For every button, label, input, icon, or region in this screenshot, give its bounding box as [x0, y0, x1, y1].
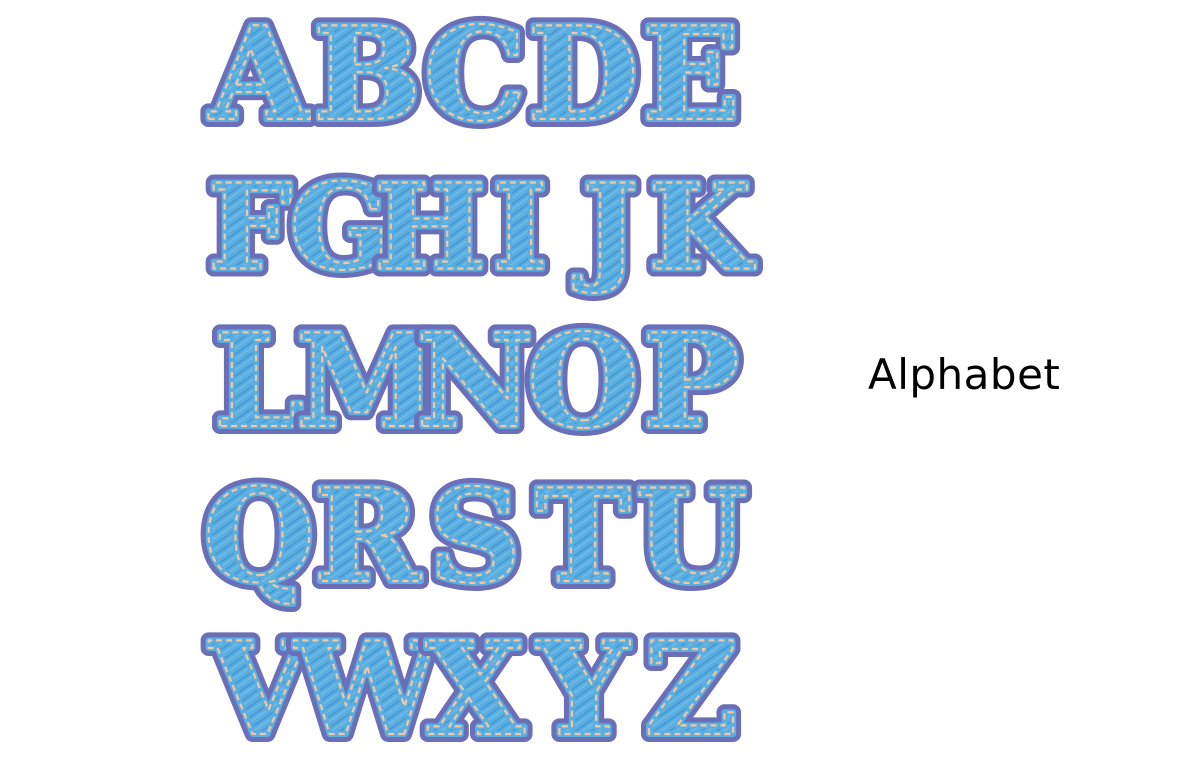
letter-i: III	[484, 150, 555, 305]
svg-text:W: W	[293, 615, 441, 763]
svg-text:I: I	[492, 158, 547, 297]
letter-b: BBB	[305, 0, 429, 158]
letter-r: RRR	[306, 454, 430, 620]
letter-p: PPP	[635, 299, 747, 465]
svg-text:C: C	[424, 0, 526, 150]
letter-o: OOO	[519, 299, 647, 465]
svg-text:N: N	[417, 307, 534, 457]
svg-text:U: U	[635, 462, 747, 612]
letter-u: UUU	[627, 454, 755, 620]
svg-text:Y: Y	[535, 615, 630, 763]
letter-y: YYY	[527, 607, 638, 763]
svg-text:B: B	[313, 0, 421, 150]
letter-t: TTT	[527, 454, 638, 620]
svg-text:D: D	[528, 0, 639, 150]
letter-x: XXX	[417, 607, 533, 763]
svg-text:X: X	[425, 615, 525, 763]
svg-text:T: T	[535, 462, 630, 612]
letter-h: HHH	[366, 150, 494, 305]
svg-text:L: L	[214, 307, 304, 457]
svg-text:O: O	[527, 307, 639, 457]
letter-d: DDD	[520, 0, 647, 158]
letter-n: NNN	[409, 299, 542, 465]
svg-text:S: S	[429, 462, 521, 612]
letter-e: EEE	[634, 0, 748, 158]
letter-j: JJJ	[565, 150, 646, 305]
svg-text:Q: Q	[203, 462, 315, 612]
letter-k: KKK	[641, 150, 764, 305]
letter-c: CCC	[416, 0, 534, 158]
svg-text:F: F	[208, 158, 292, 297]
letter-a: AAA	[200, 0, 318, 158]
letter-f: FFF	[200, 150, 300, 305]
svg-text:H: H	[374, 158, 486, 297]
svg-text:R: R	[314, 462, 422, 612]
letter-l: LLL	[206, 299, 312, 465]
letter-s: SSS	[421, 454, 529, 620]
svg-text:P: P	[643, 307, 739, 457]
svg-text:J: J	[573, 158, 638, 297]
alphabet-caption: Alphabet	[868, 350, 1061, 399]
letter-q: QQQ	[195, 454, 323, 620]
svg-text:Z: Z	[644, 615, 737, 763]
letter-w: WWW	[285, 607, 449, 763]
svg-text:E: E	[642, 0, 740, 150]
letter-z: ZZZ	[636, 607, 745, 763]
svg-text:K: K	[649, 158, 756, 297]
svg-text:A: A	[208, 0, 310, 150]
